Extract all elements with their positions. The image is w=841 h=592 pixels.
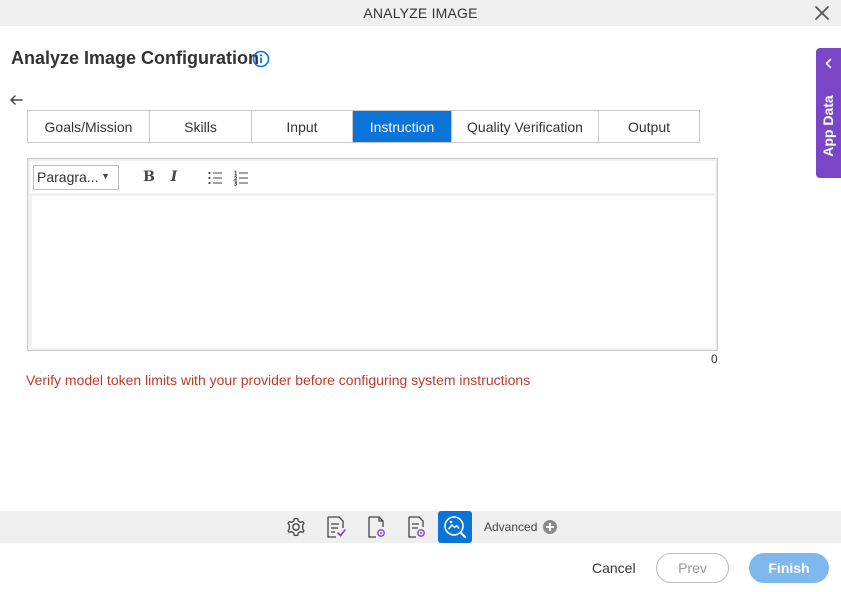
title-bar: ANALYZE IMAGE [0, 0, 841, 26]
back-arrow-icon[interactable] [8, 92, 24, 108]
form-settings-icon[interactable] [404, 514, 430, 540]
numbered-list-icon[interactable] [233, 170, 249, 186]
image-analyze-icon[interactable] [438, 511, 472, 543]
advanced-toggle[interactable]: Advanced [484, 520, 537, 534]
close-icon[interactable] [813, 4, 831, 22]
chevron-left-icon [825, 58, 832, 69]
rich-text-editor: Paragra... ▼ B I [27, 158, 718, 351]
instruction-text-area[interactable] [32, 196, 715, 348]
app-data-label: App Data [820, 95, 836, 157]
bold-button[interactable]: B [140, 169, 158, 187]
paragraph-format-select[interactable]: Paragra... ▼ [33, 165, 119, 190]
page-title: Analyze Image Configuration [11, 48, 260, 68]
editor-toolbar: Paragra... ▼ B I [30, 161, 715, 193]
tab-skills[interactable]: Skills [150, 111, 252, 142]
config-tabs: Goals/Mission Skills Input Instruction Q… [27, 110, 700, 143]
cancel-button[interactable]: Cancel [592, 560, 636, 576]
italic-button[interactable]: I [165, 169, 183, 187]
paragraph-format-value: Paragra... [37, 169, 99, 185]
tab-output[interactable]: Output [599, 111, 699, 142]
token-limit-warning: Verify model token limits with your prov… [26, 372, 531, 388]
bulleted-list-icon[interactable] [207, 170, 223, 186]
character-count: 0 [711, 352, 718, 366]
bottom-toolbar: Advanced [0, 511, 841, 543]
tab-goals-mission[interactable]: Goals/Mission [28, 111, 150, 142]
document-settings-icon[interactable] [364, 514, 390, 540]
form-check-icon[interactable] [323, 514, 349, 540]
finish-button[interactable]: Finish [749, 553, 829, 583]
analyze-image-dialog: ANALYZE IMAGE Analyze Image Configuratio… [0, 0, 841, 592]
tab-instruction[interactable]: Instruction [353, 111, 452, 142]
settings-icon[interactable] [283, 514, 309, 540]
info-icon[interactable] [252, 50, 270, 68]
prev-button[interactable]: Prev [656, 553, 729, 583]
tab-quality-verification[interactable]: Quality Verification [452, 111, 599, 142]
window-title: ANALYZE IMAGE [363, 5, 478, 21]
add-circle-icon[interactable] [543, 520, 557, 534]
tab-input[interactable]: Input [252, 111, 353, 142]
dropdown-caret-icon: ▼ [101, 171, 110, 181]
app-data-panel-toggle[interactable]: App Data [816, 48, 841, 178]
